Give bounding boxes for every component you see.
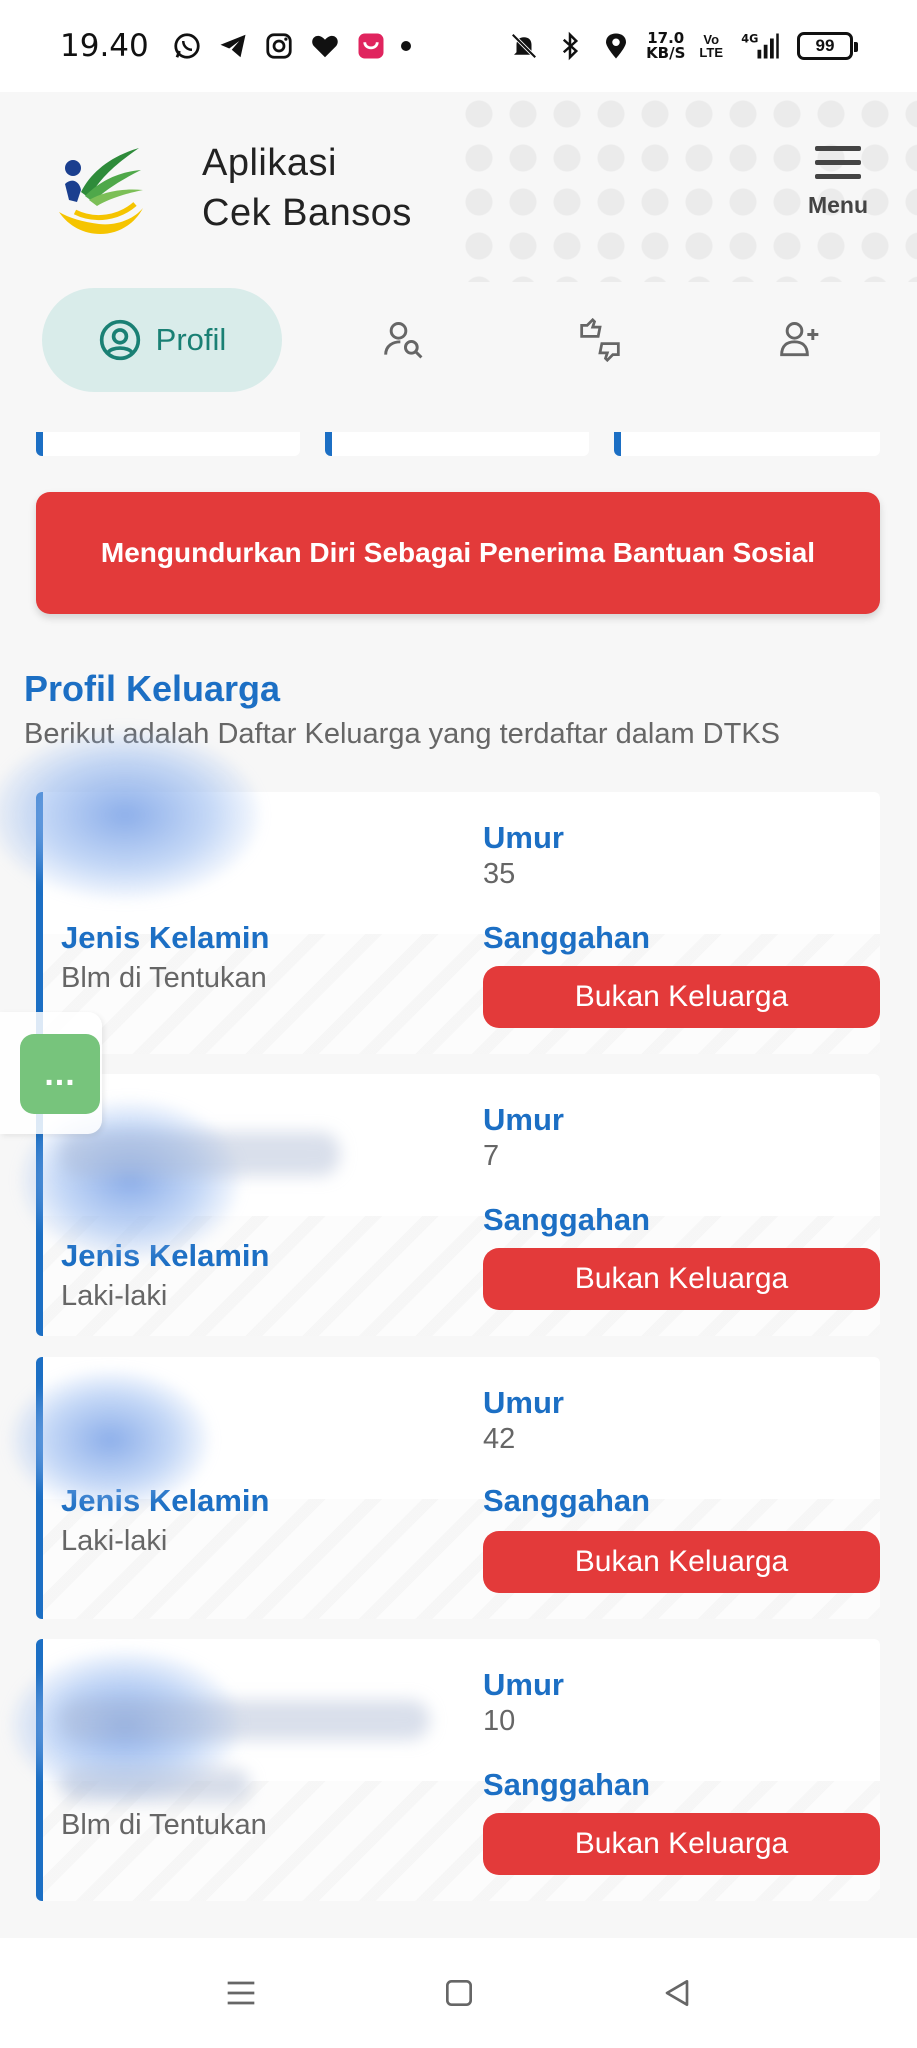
redacted-label-blur <box>60 1768 250 1802</box>
tab-profil[interactable]: Profil <box>42 288 282 392</box>
tab-bar: Profil <box>0 288 917 392</box>
signal-type: 4G <box>741 32 758 45</box>
jenis-kelamin-value: Blm di Tentukan <box>61 962 267 994</box>
user-circle-icon <box>99 319 140 361</box>
tab-feedback[interactable] <box>540 288 660 392</box>
instagram-icon <box>263 30 295 62</box>
redacted-name-blur <box>60 1700 430 1740</box>
user-search-icon <box>384 322 423 359</box>
more-notifications-dot <box>400 41 411 51</box>
bukan-keluarga-button[interactable]: Bukan Keluarga <box>483 1531 880 1593</box>
nav-home-button[interactable] <box>434 1968 484 2018</box>
status-right: 17.0 KB/S Vo LTE 4G 99 <box>508 30 858 62</box>
umur-label: Umur <box>483 1102 564 1137</box>
volte-bottom: LTE <box>699 45 723 60</box>
umur-label: Umur <box>483 1667 564 1702</box>
back-triangle-icon <box>665 1980 689 2006</box>
umur-value: 35 <box>483 858 516 890</box>
telegram-icon <box>217 30 249 62</box>
whatsapp-icon <box>171 30 203 62</box>
redacted-name-blur <box>60 1132 340 1176</box>
tab-profil-label: Profil <box>155 322 227 357</box>
system-nav-bar <box>0 1938 917 2048</box>
bluetooth-icon <box>554 30 586 62</box>
square-icon <box>446 1980 472 2006</box>
mute-bell-icon <box>508 30 540 62</box>
network-speed-unit: KB/S <box>646 44 686 62</box>
bukan-keluarga-button[interactable]: Bukan Keluarga <box>483 1813 880 1875</box>
shopping-app-icon <box>355 30 387 62</box>
app-header: Aplikasi Cek Bansos Menu <box>0 92 917 282</box>
jenis-kelamin-label: Jenis Kelamin <box>61 920 270 955</box>
umur-label: Umur <box>483 820 564 855</box>
tab-add-user[interactable] <box>740 288 860 392</box>
status-bar: 19.40 17.0 KB/S Vo LTE 4G 99 <box>0 0 917 92</box>
hamburger-icon-bar <box>815 174 861 179</box>
jenis-kelamin-value: Laki-laki <box>61 1525 168 1557</box>
info-card-partial <box>614 432 880 456</box>
sanggahan-label: Sanggahan <box>483 1767 651 1802</box>
status-time: 19.40 <box>60 28 149 64</box>
bukan-keluarga-button[interactable]: Bukan Keluarga <box>483 966 880 1028</box>
battery-indicator: 99 <box>797 32 858 60</box>
redacted-name-blur <box>0 730 260 900</box>
umur-value: 7 <box>483 1140 500 1172</box>
menu-button[interactable]: Menu <box>796 146 880 236</box>
network-speed: 17.0 KB/S <box>646 31 685 61</box>
heart-app-icon <box>309 30 341 62</box>
signal-icon: 4G <box>737 30 783 62</box>
hamburger-icon <box>815 146 861 151</box>
sanggahan-label: Sanggahan <box>483 920 651 955</box>
section-title: Profil Keluarga <box>24 668 281 709</box>
umur-value: 10 <box>483 1705 516 1737</box>
umur-label: Umur <box>483 1385 564 1420</box>
app-title-line1: Aplikasi <box>202 142 337 184</box>
location-icon <box>600 30 632 62</box>
menu-lines-icon <box>227 1981 255 2005</box>
info-card-partial <box>325 432 589 456</box>
jenis-kelamin-value: Blm di Tentukan <box>61 1809 267 1841</box>
app-title: Aplikasi Cek Bansos <box>202 138 412 238</box>
info-card-partial <box>36 432 300 456</box>
hamburger-icon-bar <box>815 160 861 165</box>
nav-recents-button[interactable] <box>216 1968 266 2018</box>
redacted-name-blur <box>10 1370 210 1510</box>
sanggahan-label: Sanggahan <box>483 1483 651 1518</box>
user-plus-icon <box>780 322 819 357</box>
kemensos-logo <box>59 148 143 235</box>
status-left: 19.40 <box>60 28 411 64</box>
menu-label: Menu <box>807 192 869 218</box>
sanggahan-label: Sanggahan <box>483 1202 651 1237</box>
resign-button[interactable]: Mengundurkan Diri Sebagai Penerima Bantu… <box>36 492 880 614</box>
tab-search-user[interactable] <box>344 288 464 392</box>
volte-indicator: Vo LTE <box>699 33 723 59</box>
umur-value: 42 <box>483 1423 516 1455</box>
app-title-line2: Cek Bansos <box>202 192 412 234</box>
bukan-keluarga-button[interactable]: Bukan Keluarga <box>483 1248 880 1310</box>
thumbs-up-down-icon <box>580 318 620 362</box>
chat-button[interactable]: ... <box>20 1034 100 1114</box>
jenis-kelamin-value: Laki-laki <box>61 1280 168 1312</box>
nav-back-button[interactable] <box>652 1968 702 2018</box>
